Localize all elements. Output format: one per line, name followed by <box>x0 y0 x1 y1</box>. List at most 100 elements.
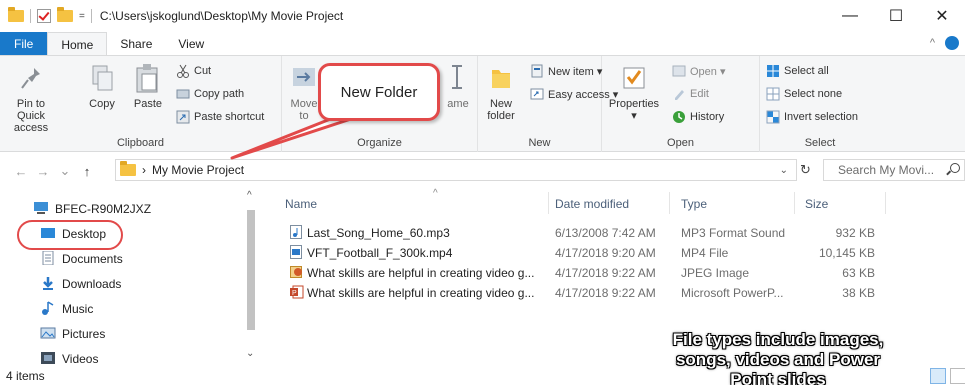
scroll-up-button[interactable]: ^ <box>247 190 252 201</box>
address-bar[interactable]: › My Movie Project ⌄ <box>115 159 797 181</box>
select-all-button[interactable]: Select all <box>766 64 829 78</box>
up-button[interactable]: ↑ <box>76 164 98 179</box>
nav-item-label: Videos <box>62 352 99 366</box>
properties-label: Properties <box>608 98 660 110</box>
scroll-thumb[interactable] <box>247 210 255 330</box>
breadcrumb-separator[interactable]: › <box>142 163 146 177</box>
large-icons-view-icon[interactable] <box>950 368 965 384</box>
new-folder-button[interactable]: New folder <box>484 62 518 122</box>
file-name: What skills are helpful in creating vide… <box>307 286 535 300</box>
paste-shortcut-icon <box>176 110 190 124</box>
history-icon <box>672 110 686 124</box>
open-button[interactable]: Open ▾ <box>672 64 726 78</box>
folder-icon <box>8 7 24 22</box>
new-folder-quick-icon[interactable] <box>57 7 73 22</box>
recent-locations-button[interactable]: ⌄ <box>54 163 76 179</box>
audio-file-icon <box>290 225 302 239</box>
cut-label: Cut <box>194 65 212 77</box>
nav-item-downloads[interactable]: Downloads <box>40 274 121 294</box>
scroll-down-button[interactable]: ⌄ <box>246 348 254 359</box>
edit-button[interactable]: Edit <box>672 87 709 101</box>
help-icon[interactable] <box>945 36 959 50</box>
table-row[interactable]: Last_Song_Home_60.mp3 6/13/2008 7:42 AM … <box>265 223 885 243</box>
pin-to-quick-access-button[interactable]: Pin to Quick access <box>4 62 58 134</box>
copy-button[interactable]: Copy <box>87 62 117 110</box>
tab-file[interactable]: File <box>0 32 48 56</box>
new-folder-icon <box>486 62 516 94</box>
new-item-button[interactable]: New item ▾ <box>530 64 602 78</box>
nav-item-this-pc[interactable]: BFEC-R90M2JXZ <box>33 199 151 219</box>
properties-button[interactable]: Properties ▾ <box>606 62 662 122</box>
nav-item-videos[interactable]: Videos <box>40 349 98 369</box>
table-row[interactable]: P What skills are helpful in creating vi… <box>265 283 885 303</box>
nav-item-documents[interactable]: Documents <box>40 249 123 269</box>
move-to-icon <box>289 62 319 94</box>
maximize-button[interactable]: ☐ <box>873 0 919 32</box>
search-input[interactable]: Search My Movi... <box>823 159 965 181</box>
minimize-button[interactable]: — <box>827 0 873 32</box>
divider <box>30 9 31 23</box>
column-divider[interactable] <box>669 192 670 214</box>
pictures-icon <box>40 326 56 343</box>
column-divider[interactable] <box>885 192 886 214</box>
column-header-type[interactable]: Type <box>681 197 707 211</box>
tab-view[interactable]: View <box>165 32 217 56</box>
tab-share[interactable]: Share <box>107 32 165 56</box>
copy-path-button[interactable]: Copy path <box>176 87 244 101</box>
group-label-organize: Organize <box>357 137 402 149</box>
address-dropdown[interactable]: ⌄ <box>780 165 788 176</box>
file-date: 4/17/2018 9:22 AM <box>555 286 656 300</box>
edit-icon <box>672 87 686 101</box>
close-button[interactable]: ✕ <box>919 0 965 32</box>
nav-item-music[interactable]: Music <box>40 299 93 319</box>
file-size: 932 KB <box>835 226 875 240</box>
table-row[interactable]: VFT_Football_F_300k.mp4 4/17/2018 9:20 A… <box>265 243 885 263</box>
details-view-icon[interactable] <box>930 368 946 384</box>
column-header-name[interactable]: Name <box>285 197 317 211</box>
cut-button[interactable]: Cut <box>176 64 211 78</box>
rename-button[interactable]: ame <box>442 62 474 110</box>
table-row[interactable]: What skills are helpful in creating vide… <box>265 263 885 283</box>
column-divider[interactable] <box>548 192 549 214</box>
properties-dropdown[interactable]: ▾ <box>631 110 637 122</box>
column-divider[interactable] <box>794 192 795 214</box>
new-folder-label-2: folder <box>487 110 515 122</box>
downloads-icon <box>40 276 56 293</box>
file-types-annotation: File types include images, songs, videos… <box>628 330 928 385</box>
invert-selection-button[interactable]: Invert selection <box>766 110 858 124</box>
paste-shortcut-button[interactable]: Paste shortcut <box>176 110 264 124</box>
history-button[interactable]: History <box>672 110 724 124</box>
back-button[interactable]: ← <box>10 164 32 179</box>
videos-icon <box>40 351 56 368</box>
nav-item-label: Documents <box>62 252 123 266</box>
group-label-clipboard: Clipboard <box>116 137 165 149</box>
breadcrumb[interactable]: My Movie Project <box>152 163 244 177</box>
search-placeholder: Search My Movi... <box>838 163 935 177</box>
invert-selection-label: Invert selection <box>784 111 858 123</box>
column-header-size[interactable]: Size <box>805 197 828 211</box>
folder-icon <box>120 161 136 176</box>
search-icon[interactable] <box>950 163 960 173</box>
pin-label-2: access <box>13 122 49 134</box>
forward-button[interactable]: → <box>32 164 54 179</box>
open-label: Open ▾ <box>690 65 726 78</box>
select-none-button[interactable]: Select none <box>766 87 842 101</box>
select-all-icon <box>766 64 780 78</box>
tab-home[interactable]: Home <box>47 32 108 56</box>
nav-item-pictures[interactable]: Pictures <box>40 324 105 344</box>
paste-button[interactable]: Paste <box>131 62 165 110</box>
sort-arrow-icon: ^ <box>433 188 438 199</box>
pin-label: Pin to Quick <box>16 98 46 122</box>
file-size: 10,145 KB <box>818 246 875 260</box>
collapse-ribbon-icon[interactable]: ^ <box>930 37 935 49</box>
column-header-date[interactable]: Date modified <box>555 197 629 211</box>
file-date: 4/17/2018 9:20 AM <box>555 246 656 260</box>
refresh-button[interactable]: ↻ <box>800 162 811 178</box>
documents-icon <box>40 250 56 268</box>
nav-scrollbar[interactable]: ^ ⌄ <box>244 188 258 366</box>
move-to-button[interactable]: Move to <box>288 62 320 122</box>
properties-check-icon[interactable] <box>37 9 51 23</box>
copy-label: Copy <box>89 98 115 110</box>
scissors-icon <box>176 64 190 78</box>
quick-access-dropdown[interactable]: = <box>79 11 85 22</box>
